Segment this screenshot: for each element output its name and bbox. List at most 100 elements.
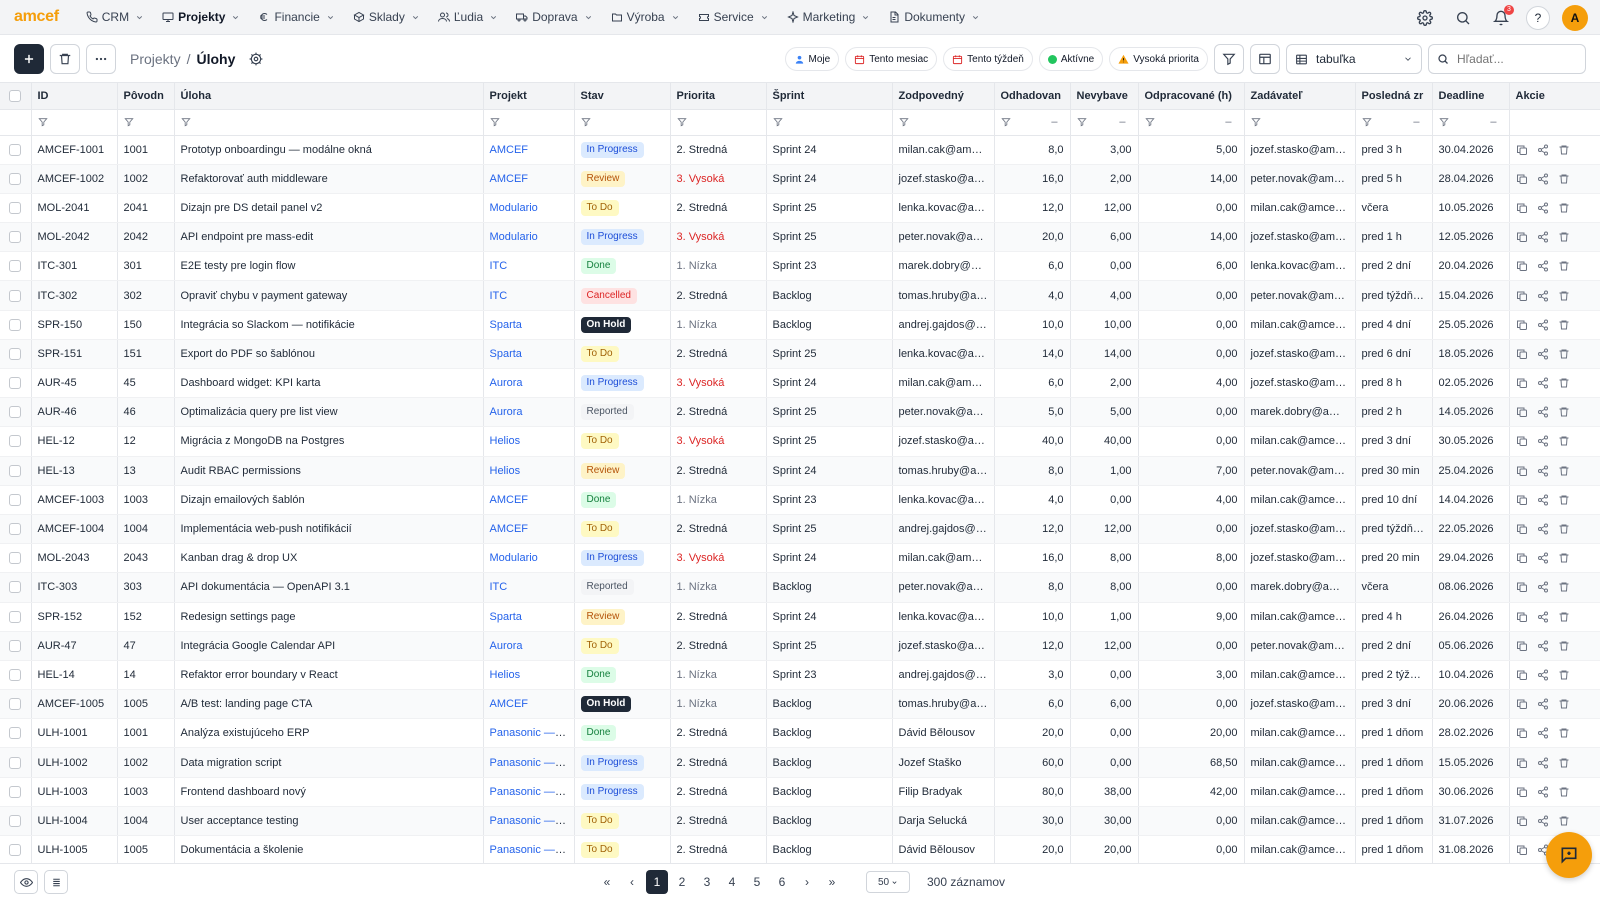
status-badge[interactable]: Done	[580, 258, 617, 275]
row-select-cell[interactable]	[0, 193, 32, 224]
status-badge[interactable]: On Hold	[580, 696, 632, 713]
row-select-cell[interactable]	[0, 397, 32, 428]
more-button[interactable]	[86, 43, 116, 74]
trash-icon[interactable]	[1558, 523, 1570, 535]
column-filter[interactable]	[1244, 109, 1356, 136]
copy-icon[interactable]	[1516, 173, 1528, 185]
project-cell[interactable]: ITC	[483, 572, 575, 603]
project-cell[interactable]: Aurora	[483, 368, 575, 399]
filter-chip-this-week[interactable]: Tento týždeň	[943, 47, 1033, 71]
table-row[interactable]: ULH-1003 1003 Frontend dashboard nový Panas…	[0, 777, 1600, 807]
columns-button[interactable]	[1250, 44, 1280, 74]
column-header[interactable]: Deadline	[1432, 83, 1510, 110]
project-cell[interactable]: Helios	[483, 660, 575, 691]
share-icon[interactable]	[1537, 669, 1549, 681]
project-link[interactable]: Panasonic — ERP	[490, 757, 574, 769]
table-row[interactable]: HEL-12 12 Migrácia z MongoDB na Postgres He…	[0, 426, 1600, 457]
prev-page-button[interactable]: ‹	[621, 870, 643, 894]
copy-icon[interactable]	[1516, 786, 1528, 798]
page-button[interactable]: 2	[671, 870, 693, 894]
status-badge[interactable]: In Progress	[580, 550, 644, 567]
table-row[interactable]: AMCEF-1003 1003 Dizajn emailových šablón AM…	[0, 485, 1600, 515]
page-button[interactable]: 3	[696, 870, 718, 894]
row-select-cell[interactable]	[0, 543, 32, 574]
project-cell[interactable]: ITC	[483, 280, 575, 311]
breadcrumb-parent[interactable]: Projekty	[130, 51, 181, 67]
project-link[interactable]: ITC	[490, 290, 508, 302]
column-filter[interactable]: –	[1138, 109, 1245, 136]
share-icon[interactable]	[1537, 698, 1549, 710]
column-filter[interactable]: –	[1355, 109, 1433, 136]
project-cell[interactable]: Helios	[483, 456, 575, 486]
row-checkbox[interactable]	[9, 377, 22, 390]
column-header[interactable]: Šprint	[766, 83, 893, 110]
trash-icon[interactable]	[1558, 727, 1570, 739]
share-icon[interactable]	[1537, 465, 1549, 477]
page-button[interactable]: 1	[646, 870, 668, 894]
share-icon[interactable]	[1537, 231, 1549, 243]
column-filter[interactable]	[766, 109, 893, 136]
share-icon[interactable]	[1537, 173, 1549, 185]
row-select-cell[interactable]	[0, 835, 32, 863]
chat-fab-button[interactable]	[1546, 832, 1592, 878]
row-select-cell[interactable]	[0, 572, 32, 603]
status-badge[interactable]: Reported	[580, 404, 634, 421]
nav-item-sklady[interactable]: Sklady	[344, 0, 429, 35]
project-cell[interactable]: Modulario	[483, 543, 575, 574]
column-header[interactable]: Zadávateľ	[1244, 83, 1356, 110]
filter-chip-this-month[interactable]: Tento mesiac	[845, 47, 938, 71]
project-link[interactable]: ITC	[490, 581, 508, 593]
column-filter[interactable]: –	[1432, 109, 1510, 136]
trash-icon[interactable]	[1558, 815, 1570, 827]
status-badge[interactable]: In Progress	[580, 783, 644, 800]
table-row[interactable]: ITC-301 301 E2E testy pre login flow ITC Don…	[0, 251, 1600, 282]
column-header[interactable]: Odpracované (h)	[1138, 83, 1245, 110]
copy-icon[interactable]	[1516, 377, 1528, 389]
row-checkbox[interactable]	[9, 318, 22, 331]
status-badge[interactable]: On Hold	[580, 316, 632, 333]
row-checkbox[interactable]	[9, 727, 22, 740]
table-row[interactable]: ULH-1002 1002 Data migration script Panason…	[0, 747, 1600, 778]
nav-item-financie[interactable]: Financie	[249, 0, 343, 35]
project-link[interactable]: AMCEF	[490, 698, 529, 710]
copy-icon[interactable]	[1516, 611, 1528, 623]
copy-icon[interactable]	[1516, 231, 1528, 243]
row-select-cell[interactable]	[0, 485, 32, 515]
project-link[interactable]: Helios	[490, 465, 521, 477]
row-select-cell[interactable]	[0, 426, 32, 457]
user-avatar[interactable]: A	[1562, 4, 1588, 31]
trash-icon[interactable]	[1558, 144, 1570, 156]
row-checkbox[interactable]	[9, 785, 22, 798]
row-select-cell[interactable]	[0, 280, 32, 311]
share-icon[interactable]	[1537, 523, 1549, 535]
trash-icon[interactable]	[1558, 406, 1570, 418]
project-link[interactable]: Modulario	[490, 552, 538, 564]
status-badge[interactable]: Reported	[580, 579, 634, 596]
list-view-button[interactable]	[44, 870, 68, 894]
project-cell[interactable]: Sparta	[483, 602, 575, 632]
row-checkbox[interactable]	[9, 464, 22, 477]
table-row[interactable]: AMCEF-1004 1004 Implementácia web-push not…	[0, 514, 1600, 545]
row-checkbox[interactable]	[9, 289, 22, 302]
table-row[interactable]: HEL-13 13 Audit RBAC permissions Helios Revi…	[0, 456, 1600, 486]
trash-icon[interactable]	[1558, 348, 1570, 360]
share-icon[interactable]	[1537, 377, 1549, 389]
project-cell[interactable]: AMCEF	[483, 514, 575, 545]
copy-icon[interactable]	[1516, 290, 1528, 302]
row-checkbox[interactable]	[9, 493, 22, 506]
copy-icon[interactable]	[1516, 669, 1528, 681]
nav-item-projekty[interactable]: Projekty	[153, 0, 249, 35]
row-select-cell[interactable]	[0, 806, 32, 837]
share-icon[interactable]	[1537, 640, 1549, 652]
column-header[interactable]: Zodpovedný	[892, 83, 995, 110]
last-page-button[interactable]: »	[821, 870, 843, 894]
status-badge[interactable]: To Do	[580, 637, 619, 654]
nav-item-doprava[interactable]: Doprava	[507, 0, 601, 35]
app-logo[interactable]: amcef	[14, 8, 59, 26]
column-filter[interactable]: –	[994, 109, 1071, 136]
column-filter[interactable]	[174, 109, 484, 136]
trash-icon[interactable]	[1558, 173, 1570, 185]
column-header[interactable]: Priorita	[670, 83, 767, 110]
filter-button[interactable]	[1214, 44, 1244, 74]
table-row[interactable]: ULH-1004 1004 User acceptance testing Panas…	[0, 806, 1600, 837]
